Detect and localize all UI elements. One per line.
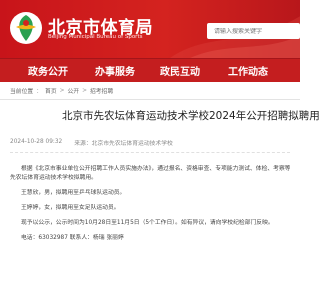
body-paragraph: 先农坛体育运动技术学校拟聘用。: [10, 175, 97, 181]
article-body: 根据《北京市事业单位公开招聘工作人员实施办法》，通过报名、资格审查、专项能力测试…: [0, 153, 300, 243]
article-date: 2024-10-28 09:32: [10, 139, 63, 145]
body-paragraph: 王婷婷，女，拟聘用至女足队运动员。: [21, 205, 120, 211]
search-input[interactable]: [207, 27, 287, 35]
article-title: 北京市先农坛体育运动技术学校2024年公开招聘拟聘用: [62, 110, 320, 122]
breadcrumb-home-link[interactable]: 首页: [45, 86, 57, 95]
breadcrumb-separator: >: [82, 87, 87, 94]
article-meta: 2024-10-28 09:32 来源：北京市先农坛体育运动技术学校: [0, 136, 300, 148]
breadcrumb-current-label: 当前位置: [10, 89, 34, 95]
bureau-logo-icon[interactable]: [8, 10, 44, 46]
main-nav: 政务公开 办事服务 政民互动 工作动态: [0, 58, 300, 82]
breadcrumb-separator: ：: [36, 89, 43, 95]
breadcrumb-recruitment-link[interactable]: 招考招聘: [90, 86, 113, 95]
nav-item-gov-affairs[interactable]: 政务公开: [28, 63, 68, 78]
breadcrumb: 当前位置： 首页 > 公开 > 招考招聘: [0, 82, 300, 100]
body-paragraph: 现予以公示，公示时间为10月28日至11月5日（5个工作日）。如有异议，请向学校…: [21, 220, 274, 226]
body-paragraph: 根据《北京市事业单位公开招聘工作人员实施办法》，通过报名、资格审查、专项能力测试…: [21, 166, 290, 172]
breadcrumb-public-link[interactable]: 公开: [67, 86, 79, 95]
search-box[interactable]: [207, 23, 300, 39]
contact-info: 电话：63032987 联系人：杨瑞 张丽婷: [21, 235, 124, 241]
site-subtitle: Beijing Municipal Bureau of Sports: [48, 34, 143, 40]
nav-item-interaction[interactable]: 政民互动: [160, 63, 200, 78]
nav-item-services[interactable]: 办事服务: [95, 63, 135, 78]
site-header: 北京市体育局 Beijing Municipal Bureau of Sport…: [0, 0, 300, 58]
body-paragraph: 王慧欣，男，拟聘用至乒乓球队运动员。: [21, 190, 126, 196]
article-source: 来源：北京市先农坛体育运动技术学校: [74, 140, 173, 147]
breadcrumb-separator: >: [59, 87, 65, 94]
nav-item-news[interactable]: 工作动态: [228, 63, 268, 78]
